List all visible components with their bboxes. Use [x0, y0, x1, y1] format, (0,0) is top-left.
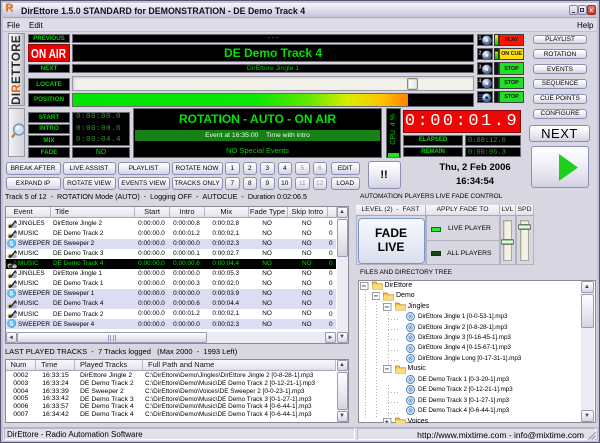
svg-text:S: S	[9, 291, 13, 298]
svg-text:S: S	[9, 321, 13, 328]
svg-text:2: 2	[478, 50, 481, 56]
svg-text:S: S	[9, 240, 13, 247]
svg-text:3: 3	[478, 64, 481, 70]
svg-text:1: 1	[478, 36, 481, 42]
